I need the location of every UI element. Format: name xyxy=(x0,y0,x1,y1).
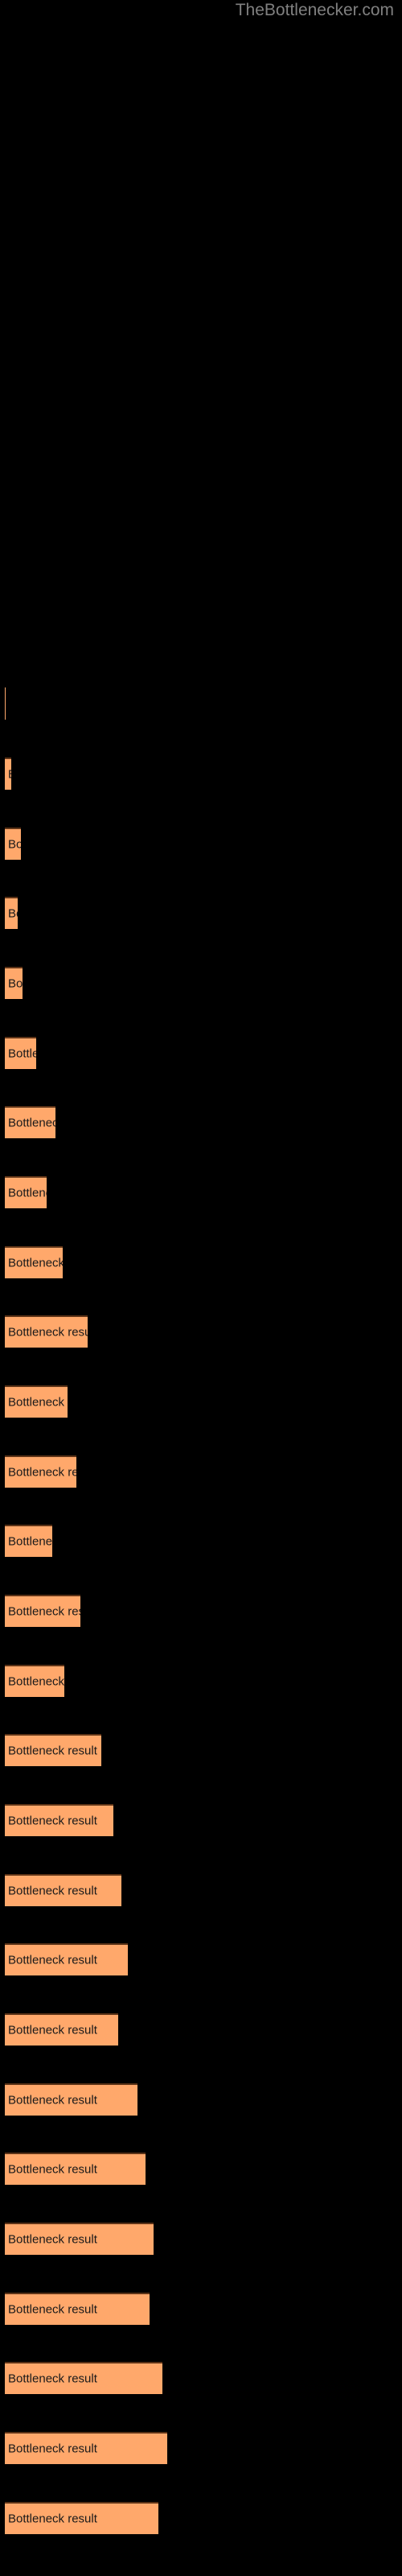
bar-label-19: Bottleneck result xyxy=(8,2023,97,2037)
bar-5: Bottleneck result xyxy=(5,1037,36,1069)
bar-chart-plot-area: Bottleneck result Bottleneck result Bottle… xyxy=(0,0,402,2576)
bar-label-26: Bottleneck result xyxy=(8,2512,97,2526)
bar-label-5: Bottleneck result xyxy=(8,1046,36,1061)
bar-label-23: Bottleneck result xyxy=(8,2302,97,2317)
page-root: TheBottlenecker.com Bottleneck resultBot… xyxy=(0,0,402,2576)
bar-label-3: Bottleneck result xyxy=(8,906,18,921)
bar-17: Bottleneck result xyxy=(5,1874,121,1906)
bar-label-20: Bottleneck result xyxy=(8,2093,97,2107)
bar-12: Bottleneck result xyxy=(5,1525,52,1557)
bar-24: Bottleneck result xyxy=(5,2362,162,2394)
bar-20: Bottleneck result xyxy=(5,2083,137,2116)
bar-label-12: Bottleneck result xyxy=(8,1534,52,1549)
bar-label-17: Bottleneck result xyxy=(8,1884,97,1898)
bar-10: Bottleneck result xyxy=(5,1385,68,1418)
bar-label-25: Bottleneck result xyxy=(8,2442,97,2456)
bar-19: Bottleneck result xyxy=(5,2013,118,2046)
bar-4: Bottleneck result xyxy=(5,967,23,999)
bar-label-22: Bottleneck result xyxy=(8,2232,97,2247)
bar-21: Bottleneck result xyxy=(5,2153,146,2185)
bar-9: Bottleneck result xyxy=(5,1315,88,1348)
bar-8: Bottleneck result xyxy=(5,1246,63,1278)
bar-label-11: Bottleneck result xyxy=(8,1465,76,1480)
bar-14: Bottleneck result xyxy=(5,1665,64,1697)
bar-label-7: Bottleneck result xyxy=(8,1186,47,1200)
bar-label-16: Bottleneck result xyxy=(8,1814,97,1828)
bar-13: Bottleneck result xyxy=(5,1595,80,1627)
bar-1: Bottleneck result xyxy=(5,758,11,790)
bar-16: Bottleneck result xyxy=(5,1804,113,1836)
bar-label-6: Bottleneck result xyxy=(8,1116,55,1130)
bar-15: Bottleneck result xyxy=(5,1734,101,1766)
bar-7: Bottleneck result xyxy=(5,1176,47,1208)
bar-25: Bottleneck result xyxy=(5,2432,167,2464)
bar-label-10: Bottleneck result xyxy=(8,1395,68,1410)
bar-label-24: Bottleneck result xyxy=(8,2372,97,2386)
bar-label-15: Bottleneck result xyxy=(8,1744,97,1758)
bar-0: Bottleneck result xyxy=(5,687,6,720)
bar-label-14: Bottleneck result xyxy=(8,1674,64,1689)
bar-label-9: Bottleneck result xyxy=(8,1325,88,1340)
bar-label-18: Bottleneck result xyxy=(8,1953,97,1967)
bar-label-2: Bottleneck result xyxy=(8,837,21,852)
bar-label-4: Bottleneck result xyxy=(8,976,23,991)
bar-label-13: Bottleneck result xyxy=(8,1604,80,1619)
bar-22: Bottleneck result xyxy=(5,2223,154,2255)
bar-2: Bottleneck result xyxy=(5,828,21,860)
bar-23: Bottleneck result xyxy=(5,2293,150,2325)
bar-3: Bottleneck result xyxy=(5,897,18,929)
bar-label-21: Bottleneck result xyxy=(8,2162,97,2177)
bar-label-8: Bottleneck result xyxy=(8,1256,63,1270)
bar-11: Bottleneck result xyxy=(5,1455,76,1488)
bar-26: Bottleneck result xyxy=(5,2502,158,2534)
bar-6: Bottleneck result xyxy=(5,1106,55,1138)
bar-label-1: Bottleneck result xyxy=(8,769,11,781)
bar-18: Bottleneck result xyxy=(5,1943,128,1975)
